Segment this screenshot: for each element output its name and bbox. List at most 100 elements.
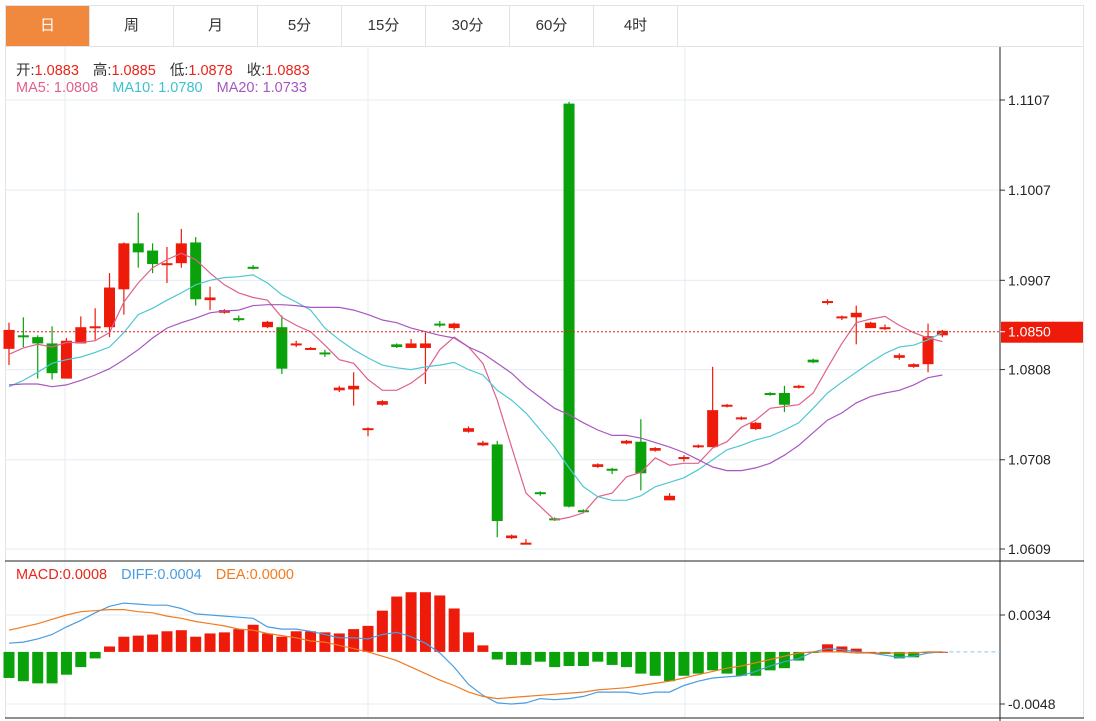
candle-body: [233, 318, 245, 321]
candle-body: [261, 321, 273, 328]
price-axis-label: 1.0808: [1008, 362, 1051, 378]
candle-body: [161, 263, 173, 266]
candle: [348, 372, 360, 406]
macd-bar: [147, 634, 159, 652]
candle-body: [664, 495, 676, 501]
macd-bar: [520, 651, 532, 665]
macd-bar: [89, 651, 101, 659]
candle-body: [836, 316, 848, 319]
low-label: 低:: [169, 63, 189, 79]
kline-chart[interactable]: 1.1107 1.1007 1.0907 1.0808 1.0708 1.0609 0.00…: [0, 0, 1096, 721]
candle-body: [506, 535, 518, 539]
macd-bar: [204, 633, 216, 652]
candle-body: [592, 464, 604, 467]
macd-bar: [60, 651, 72, 675]
candle: [89, 308, 101, 340]
macd-bar: [190, 636, 202, 652]
high-label: 高:: [92, 63, 112, 79]
candle: [204, 286, 216, 311]
macd-bar: [261, 633, 273, 652]
candle: [161, 246, 173, 284]
candle: [922, 323, 934, 373]
candle-body: [563, 103, 575, 507]
ma10-value: 1.0780: [158, 80, 203, 96]
macd-bar: [620, 651, 632, 668]
candle-body: [290, 343, 302, 346]
macd-bar: [118, 636, 130, 652]
candle: [276, 315, 288, 375]
candle-body: [822, 301, 834, 304]
candle-body: [649, 448, 661, 451]
candle: [606, 467, 618, 475]
macd-bar: [218, 632, 230, 652]
candle-body: [104, 287, 116, 328]
macd-bar: [32, 651, 44, 684]
macd-bar: [463, 632, 475, 652]
macd-bar: [3, 651, 15, 678]
macd-bar: [75, 651, 87, 668]
macd-bar: [175, 630, 187, 652]
candle: [778, 385, 790, 412]
macd-bar: [735, 651, 747, 676]
macd-value: 0.0008: [62, 567, 108, 583]
candle-body: [764, 393, 776, 396]
candle: [735, 416, 747, 421]
macd-bar: [290, 631, 302, 652]
candle: [463, 426, 475, 433]
candle-body: [376, 401, 388, 405]
candle: [362, 427, 374, 437]
macd-bar: [333, 633, 345, 652]
candle: [118, 242, 130, 315]
candle: [793, 384, 805, 389]
macd-bar: [563, 651, 575, 667]
candle-body: [735, 417, 747, 420]
candle-body: [434, 323, 446, 326]
candle-body: [778, 393, 790, 405]
candle: [448, 322, 460, 330]
candle-body: [477, 442, 489, 446]
macd-bar: [649, 651, 661, 676]
candle-body: [247, 266, 259, 269]
macd-bar: [132, 635, 144, 652]
candle-body: [3, 329, 15, 349]
candle: [620, 439, 632, 445]
macd-bar: [17, 651, 29, 682]
close-value: 1.0883: [265, 63, 310, 79]
candle-body: [491, 444, 503, 522]
candle: [936, 329, 948, 338]
ma10-label: MA10:: [112, 80, 155, 96]
candle-body: [692, 445, 704, 448]
candle: [261, 320, 273, 329]
candle: [865, 321, 877, 329]
macd-bar: [707, 651, 719, 671]
candle: [721, 403, 733, 408]
ohlc-legend: 开:1.0883 高:1.0885 低:1.0878 收:1.0883: [16, 59, 320, 80]
candle: [692, 444, 704, 449]
candle-body: [463, 428, 475, 432]
candle: [233, 315, 245, 322]
candle: [419, 332, 431, 385]
macd-bar: [233, 629, 245, 652]
ma-legend: MA5: 1.0808 MA10: 1.0780 MA20: 1.0733: [16, 80, 317, 96]
candle: [434, 320, 446, 328]
candle-body: [132, 243, 144, 253]
candle: [664, 493, 676, 501]
candle: [764, 392, 776, 396]
candle-body: [721, 404, 733, 407]
candle: [376, 400, 388, 406]
candle-body: [807, 359, 819, 363]
candle: [908, 363, 920, 368]
candle: [75, 316, 87, 344]
dea-value: 0.0000: [249, 567, 294, 583]
macd-legend: MACD:0.0008 DIFF:0.0004 DEA:0.0000: [16, 567, 304, 583]
price-axis-label: 1.1007: [1008, 182, 1051, 198]
macd-bar: [592, 651, 604, 662]
candle-body: [333, 387, 345, 391]
candle: [290, 340, 302, 348]
candle: [305, 347, 317, 350]
candle: [678, 455, 690, 462]
candle-body: [204, 297, 216, 301]
candle-body: [391, 344, 403, 348]
macd-bar: [678, 651, 690, 676]
candle: [3, 322, 15, 366]
